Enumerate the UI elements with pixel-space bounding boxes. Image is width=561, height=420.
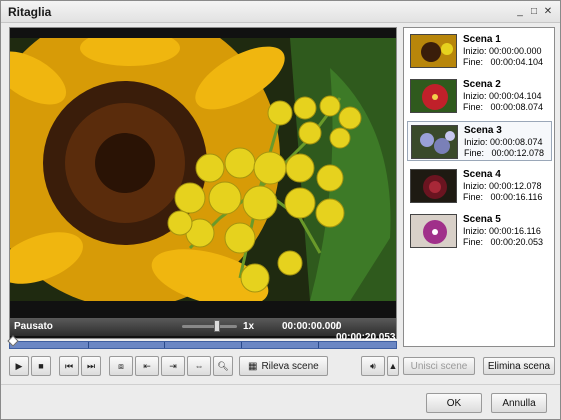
split-scene-button[interactable]: ⧈ <box>109 356 133 376</box>
next-frame-button[interactable]: ⏭ <box>81 356 101 376</box>
play-icon: ▶ <box>15 360 23 371</box>
scene-item[interactable]: Scena 1 Inizio: 00:00:00.000 Fine: 00:00… <box>407 31 552 71</box>
previous-frame-button[interactable]: ⏮ <box>59 356 79 376</box>
merge-scenes-button[interactable]: Unisci scene <box>403 357 475 375</box>
scene-end: Fine: 00:00:16.116 <box>463 192 543 202</box>
volume-button[interactable]: 🔊︎ <box>361 356 385 376</box>
speed-slider[interactable] <box>182 320 237 332</box>
video-preview: Pausato 1x 00:00:00.000 / 00:00:20.053 <box>9 27 397 343</box>
scene-start: Inizio: 00:00:04.104 <box>463 91 542 101</box>
mark-end-button[interactable]: ⇥ <box>161 356 185 376</box>
speed-slider-thumb[interactable] <box>214 320 220 332</box>
current-time: 00:00:00.000 <box>282 321 342 332</box>
video-frame <box>10 38 396 301</box>
magnifier-icon: 🔍︎ <box>217 360 229 371</box>
scene-thumbnail <box>410 34 457 68</box>
mark-start-icon: ⇤ <box>143 360 151 371</box>
film-icon: ▦ <box>248 360 258 372</box>
volume-group: 🔊︎ ▲ <box>361 356 401 376</box>
split-icon: ⧈ <box>118 360 124 371</box>
mark-start-button[interactable]: ⇤ <box>135 356 159 376</box>
scene-start: Inizio: 00:00:16.116 <box>463 226 541 236</box>
trim-dialog: Ritaglia _ □ ✕ Pausato 1x 00:00:00.000 /… <box>0 0 561 420</box>
dialog-footer: OK Annulla <box>1 384 560 419</box>
volume-dropdown-button[interactable]: ▲ <box>387 356 399 376</box>
player-status-bar: Pausato 1x 00:00:00.000 / 00:00:20.053 <box>10 318 396 343</box>
skip-forward-icon: ⏭ <box>86 360 96 371</box>
scene-end: Fine: 00:00:08.074 <box>463 102 544 112</box>
scene-item[interactable]: Scena 5 Inizio: 00:00:16.116 Fine: 00:00… <box>407 211 552 251</box>
scene-thumbnail <box>411 125 458 159</box>
scene-end: Fine: 00:00:20.053 <box>463 237 544 247</box>
zoom-button[interactable]: 🔍︎ <box>213 356 233 376</box>
window-title: Ritaglia <box>8 5 52 19</box>
minimize-button[interactable]: _ <box>514 5 526 17</box>
player-controls: ▶ ■ ⏮ ⏭ ⧈ ⇤ ⇥ ⇔ 🔍︎ ▦ Rileva scene <box>9 356 330 376</box>
timeline-track[interactable] <box>7 335 397 349</box>
detect-scenes-button[interactable]: ▦ Rileva scene <box>239 356 328 376</box>
skip-back-icon: ⏮ <box>64 360 74 371</box>
scene-name: Scena 3 <box>464 125 502 136</box>
speed-label: 1x <box>243 321 255 332</box>
mark-end-icon: ⇥ <box>169 360 177 371</box>
scene-name: Scena 4 <box>463 169 501 180</box>
scene-end: Fine: 00:00:04.104 <box>463 57 544 67</box>
detect-scenes-label: Rileva scene <box>261 360 319 372</box>
stop-icon: ■ <box>38 361 44 371</box>
playback-state: Pausato <box>14 321 53 332</box>
scene-end: Fine: 00:00:12.078 <box>464 148 545 158</box>
total-time: / 00:00:20.053 <box>336 321 396 343</box>
scene-boundary <box>318 342 319 348</box>
scene-start: Inizio: 00:00:08.074 <box>464 137 543 147</box>
scene-item[interactable]: Scena 4 Inizio: 00:00:12.078 Fine: 00:00… <box>407 166 552 206</box>
delete-scene-button[interactable]: Elimina scena <box>483 357 555 375</box>
scene-thumbnail <box>410 214 457 248</box>
stop-button[interactable]: ■ <box>31 356 51 376</box>
scene-start: Inizio: 00:00:12.078 <box>463 181 542 191</box>
speaker-icon: 🔊︎ <box>370 360 376 371</box>
play-button[interactable]: ▶ <box>9 356 29 376</box>
ok-button[interactable]: OK <box>426 393 482 413</box>
scene-list[interactable]: Scena 1 Inizio: 00:00:00.000 Fine: 00:00… <box>403 27 555 347</box>
scene-name: Scena 1 <box>463 34 501 45</box>
scene-item-selected[interactable]: Scena 3 Inizio: 00:00:08.074 Fine: 00:00… <box>407 121 552 161</box>
scene-start: Inizio: 00:00:00.000 <box>463 46 542 56</box>
close-button[interactable]: ✕ <box>542 5 554 17</box>
scene-thumbnail <box>410 79 457 113</box>
scene-boundary <box>241 342 242 348</box>
scene-name: Scena 5 <box>463 214 501 225</box>
scene-item[interactable]: Scena 2 Inizio: 00:00:04.104 Fine: 00:00… <box>407 76 552 116</box>
video-image <box>10 38 396 301</box>
scene-boundary <box>164 342 165 348</box>
maximize-button[interactable]: □ <box>528 5 540 17</box>
merge-marks-button[interactable]: ⇔ <box>187 356 211 376</box>
title-bar: Ritaglia _ □ ✕ <box>1 1 560 23</box>
scene-boundary <box>88 342 89 348</box>
scene-actions: Unisci scene Elimina scena <box>403 357 555 375</box>
arrow-up-icon: ▲ <box>388 361 398 371</box>
scene-thumbnail <box>410 169 457 203</box>
merge-icon: ⇔ <box>194 361 204 371</box>
cancel-button[interactable]: Annulla <box>491 393 547 413</box>
scene-name: Scena 2 <box>463 79 501 90</box>
